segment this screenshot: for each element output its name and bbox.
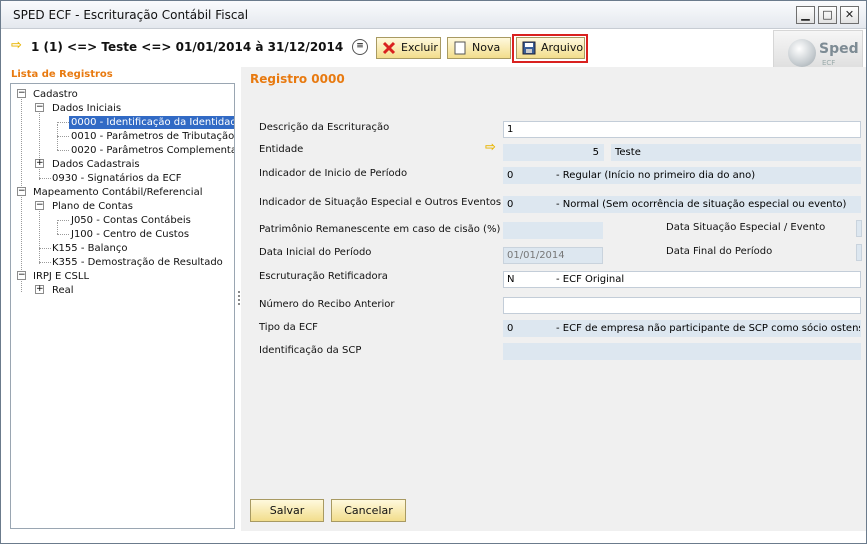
entidade-code-field[interactable]: 5 [503,144,604,161]
ind-inicio-label: Indicador de Inicio de Período [259,168,408,179]
tree-line [39,262,51,263]
patrimonio-label: Patrimônio Remanescente em caso de cisão… [259,224,501,235]
tree-node-j100[interactable]: J100 - Centro de Custos [71,228,189,241]
data-final-input[interactable] [856,244,862,261]
patrimonio-input[interactable] [503,222,603,239]
tree-node-plano-de-contas[interactable]: Plano de Contas [52,200,133,213]
tree-line [57,136,69,137]
expand-icon[interactable]: + [35,159,44,168]
context-text: 1 (1) <=> Teste <=> 01/01/2014 à 31/12/2… [31,40,344,54]
window-title: SPED ECF - Escrituração Contábil Fiscal [13,8,249,22]
entidade-label: Entidade [259,144,304,155]
arrow-right-icon: ⇨ [11,38,22,53]
excluir-label: Excluir [401,41,438,54]
collapse-icon[interactable]: − [17,89,26,98]
retificadora-select[interactable]: N - ECF Original [503,271,861,288]
tree-node-0930[interactable]: 0930 - Signatários da ECF [52,172,182,185]
tree-line [57,122,69,123]
ind-inicio-select[interactable]: 0 - Regular (Início no primeiro dia do a… [503,167,861,184]
logo-main-text: Sped [819,41,859,57]
recibo-label: Número do Recibo Anterior [259,299,395,310]
link-arrow-icon[interactable]: ⇨ [485,140,496,155]
retificadora-label: Escruturação Retificadora [259,271,388,282]
form-title: Registro 0000 [250,72,345,86]
recibo-input[interactable] [503,297,861,314]
collapse-icon[interactable]: − [17,271,26,280]
tree-line [39,110,40,180]
salvar-button[interactable]: Salvar [250,499,324,522]
tree-node-cadastro[interactable]: Cadastro [33,88,78,101]
tree-title: Lista de Registros [11,69,113,80]
tipo-ecf-label: Tipo da ECF [259,322,318,333]
tree-node-0020[interactable]: 0020 - Parâmetros Complementares [71,144,234,157]
data-final-label: Data Final do Período [666,246,773,257]
tipo-ecf-code: 0 [507,323,514,334]
excluir-button[interactable]: Excluir [376,37,441,59]
tree-line [57,150,69,151]
nova-label: Nova [472,41,501,54]
maximize-button[interactable]: □ [818,6,837,24]
minimize-button[interactable]: ▁ [796,6,815,24]
descricao-input[interactable]: 1 [503,121,861,138]
tree-line [57,222,58,234]
main-window: SPED ECF - Escrituração Contábil Fiscal … [0,0,867,544]
tree-line [57,220,69,221]
entidade-name-field: Teste [611,144,861,161]
data-situacao-input[interactable] [856,220,862,237]
sped-logo-disc-icon [788,39,816,67]
tree-node-k355[interactable]: K355 - Demostração de Resultado [52,256,223,269]
title-bar: SPED ECF - Escrituração Contábil Fiscal … [1,1,866,29]
ind-situacao-select[interactable]: 0 - Normal (Sem ocorrência de situação e… [503,196,861,213]
ind-situacao-label: Indicador de Situação Especial e Outros … [259,197,502,208]
logo-sub-text: ECF [822,59,836,67]
tree-line [39,248,51,249]
cancelar-button[interactable]: Cancelar [331,499,406,522]
data-inicial-input[interactable]: 01/01/2014 [503,247,603,264]
tipo-ecf-desc: - ECF de empresa não participante de SCP… [556,323,861,334]
tipo-ecf-select[interactable]: 0 - ECF de empresa não participante de S… [503,320,861,337]
tree-node-0000[interactable]: 0000 - Identificação da Identidade [69,116,234,129]
retificadora-desc: - ECF Original [556,274,625,285]
delete-icon [382,41,396,55]
collapse-icon[interactable]: − [17,187,26,196]
ind-inicio-desc: - Regular (Início no primeiro dia do ano… [556,170,756,181]
ind-inicio-code: 0 [507,170,514,181]
records-tree[interactable]: − Cadastro − Dados Iniciais 0000 - Ident… [10,83,235,529]
data-situacao-label: Data Situação Especial / Evento [666,222,826,233]
tree-line [57,234,69,235]
tree-node-irpj-csll[interactable]: IRPJ E CSLL [33,270,89,283]
nova-button[interactable]: Nova [447,37,511,59]
tree-line [57,124,58,150]
expand-icon[interactable]: + [35,285,44,294]
tree-node-k155[interactable]: K155 - Balanço [52,242,127,255]
retificadora-code: N [507,274,515,285]
close-button[interactable]: ✕ [840,6,859,24]
new-document-icon [454,41,466,55]
tree-node-mapeamento[interactable]: Mapeamento Contábil/Referencial [33,186,202,199]
descricao-label: Descrição da Escrituração [259,122,390,133]
scp-input[interactable] [503,343,861,360]
tree-node-0010[interactable]: 0010 - Parâmetros de Tributação [71,130,234,143]
collapse-icon[interactable]: − [35,201,44,210]
tree-node-dados-cadastrais[interactable]: Dados Cadastrais [52,158,140,171]
tree-node-real[interactable]: Real [52,284,74,297]
tree-line [39,178,51,179]
ind-situacao-code: 0 [507,199,514,210]
collapse-icon[interactable]: − [35,103,44,112]
scp-label: Identificação da SCP [259,345,362,356]
arquivo-highlight-box [512,34,588,63]
tree-node-j050[interactable]: J050 - Contas Contábeis [71,214,191,227]
ind-situacao-desc: - Normal (Sem ocorrência de situação esp… [556,199,847,210]
menu-icon[interactable]: ≡ [352,39,368,55]
tree-line [39,208,40,264]
data-inicial-label: Data Inicial do Período [259,247,372,258]
tree-node-dados-iniciais[interactable]: Dados Iniciais [52,102,121,115]
